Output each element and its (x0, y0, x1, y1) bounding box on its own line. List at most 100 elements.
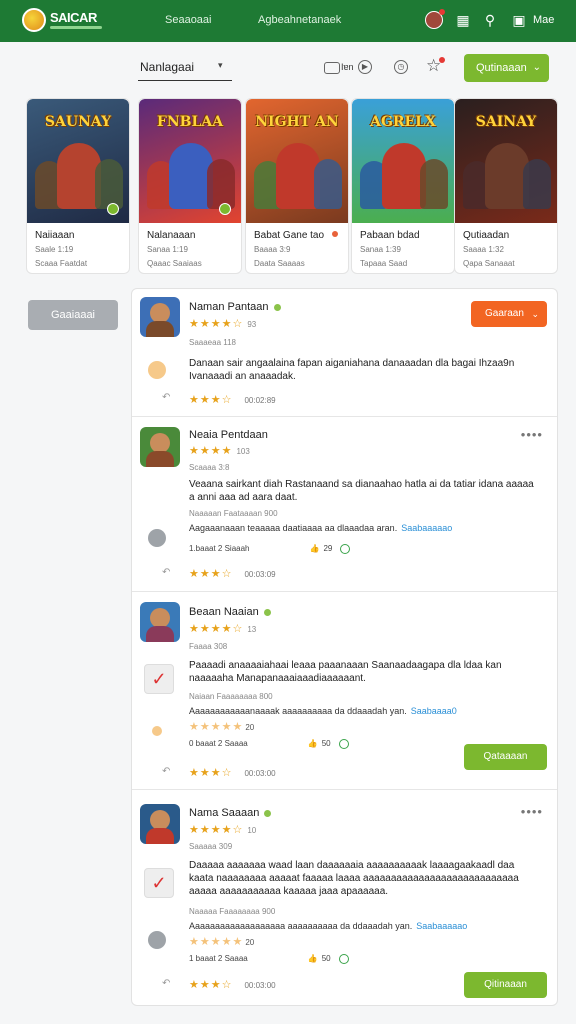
avatar-head (150, 608, 170, 628)
game-card[interactable]: SAUNAY Naiiaaan Saale 1:19 Scaaa Faatdat (26, 98, 130, 274)
clock-icon[interactable]: ◷ (394, 60, 408, 74)
help-icon[interactable] (148, 529, 166, 547)
filter-button-label: Qutinaaan (476, 62, 527, 74)
review-action-button[interactable]: Qitinaaan (464, 972, 547, 998)
more-options-icon[interactable]: •••• (521, 427, 543, 442)
rating-row: ★★★★★ 20 (189, 721, 255, 733)
filter-row: Nanlagaai ▾ Iɐn ▶ ◷ ☆ Qutinaaan ⌄ (130, 50, 560, 86)
game-meta: Sanaa 1:39 (360, 245, 401, 254)
checkbox-icon[interactable]: ✓ (144, 868, 174, 898)
review-date: Saaaaa 309 (189, 842, 233, 851)
review-action-button[interactable]: Gaaraan ⌄ (471, 301, 547, 327)
reply-icon[interactable]: ↶ (162, 392, 170, 403)
user-avatar[interactable] (425, 9, 445, 29)
favorites-star-icon[interactable]: ☆ (426, 56, 446, 76)
chevron-down-icon[interactable]: ▾ (218, 60, 223, 71)
more-options-icon[interactable]: •••• (521, 804, 543, 819)
review-footer: ★★★☆ 00:03:09 (189, 568, 276, 580)
reviewer-name[interactable]: Beaan Naaian (189, 606, 271, 618)
sort-dropdown[interactable]: Nanlagaai (140, 60, 194, 74)
side-filter-button[interactable]: Gaaiaaai (28, 300, 118, 330)
game-name: Nalanaaan (147, 230, 196, 241)
game-meta: Saaaa 1:32 (463, 245, 504, 254)
review-item: Naman Pantaan ★★★★☆ 93 Saaaeaa 118 Gaaraa… (132, 289, 557, 417)
app-logo-text[interactable]: SAICAR (50, 10, 97, 25)
thumbs-up-icon[interactable]: 👍 (308, 954, 318, 963)
thumbs-up-icon[interactable]: 👍 (310, 544, 320, 553)
profile-label[interactable]: Mae (533, 14, 554, 26)
game-meta: Daata Saaaas (254, 259, 305, 268)
review-answer: Aagaaanaaan teaaaaa daatiaaaa aa dlaaada… (189, 523, 529, 533)
game-meta: Sanaa 1:19 (147, 245, 188, 254)
check-circle-icon[interactable] (338, 739, 349, 749)
reviewer-avatar[interactable] (140, 427, 180, 467)
cover-figure (314, 159, 342, 209)
check-circle-icon[interactable] (340, 544, 351, 554)
footer-time: 00:03:00 (244, 769, 276, 778)
avatar-head (150, 433, 170, 453)
cover-figure (420, 159, 448, 209)
reviewer-name[interactable]: Neaia Pentdaan (189, 429, 268, 441)
filter-button[interactable]: Qutinaaan ⌄ (464, 54, 549, 82)
answer-text: Aaaaaaaaaaaanaaaak aaaaaaaaaa da ddaaada… (189, 706, 407, 716)
profile-icon[interactable]: ▣ (510, 11, 528, 29)
reviewer-name-text: Naman Pantaan (189, 301, 269, 313)
footer-time: 00:03:00 (244, 981, 276, 990)
badge-icon (219, 203, 231, 215)
game-name: Naiiaaan (35, 230, 75, 241)
answer-link[interactable]: Saabaaaaao (401, 523, 452, 533)
grid-icon[interactable]: ▦ (454, 11, 472, 29)
answer-link[interactable]: Saabaaaaao (416, 921, 467, 931)
nav-link-1[interactable]: Seaaoaai (165, 14, 212, 26)
footer-time: 00:02:89 (244, 396, 276, 405)
check-circle-icon[interactable] (338, 954, 349, 964)
emoji-icon (148, 361, 166, 379)
nav-link-2[interactable]: Agbeahnetanaek (258, 14, 341, 26)
game-card[interactable]: FNBLAA Nalanaaan Sanaa 1:19 Qaaac Saaiaa… (138, 98, 242, 274)
game-card[interactable]: NIGHT AN Babat Gane tao Baaaa 3:9 Daata … (245, 98, 349, 274)
review-action-button[interactable]: Qataaaan (464, 744, 547, 770)
cover-title: SAINAY (475, 114, 537, 130)
helpful-row: 1 baaat 2 Saaaa 👍 50 (189, 954, 349, 964)
avatar-body (146, 451, 174, 467)
footer-time: 00:03:09 (244, 570, 276, 579)
play-icon[interactable]: ▶ (358, 60, 372, 74)
review-date: Faaaa 308 (189, 642, 228, 651)
search-icon[interactable]: ⚲ (481, 11, 499, 29)
logo-underline (50, 26, 102, 29)
game-card[interactable]: AGRELX Pabaan bdad Sanaa 1:39 Tapaaa Saa… (351, 98, 455, 274)
game-carousel: SAUNAY Naiiaaan Saale 1:19 Scaaa Faatdat… (26, 98, 558, 274)
review-body: Daaaaa aaaaaaa waad laan daaaaaaia aaaaa… (189, 860, 519, 897)
reply-icon[interactable]: ↶ (162, 766, 170, 777)
answer-text: Aaaaaaaaaaaaaaaaaaa aaaaaaaaaa da ddaaad… (189, 921, 413, 931)
help-icon[interactable] (148, 931, 166, 949)
cover-figure (523, 159, 551, 209)
review-footer: ★★★☆ 00:02:89 (189, 394, 276, 406)
helpful-count: 29 (323, 544, 333, 554)
reviewer-avatar[interactable] (140, 804, 180, 844)
reviews-panel: Naman Pantaan ★★★★☆ 93 Saaaeaa 118 Gaaraa… (131, 288, 558, 1006)
view-toggle-icon[interactable] (324, 62, 340, 74)
review-item: Neaia Pentdaan •••• ★★★★ 103 Scaaaa 3:8 V… (132, 417, 557, 592)
reviewer-avatar[interactable] (140, 602, 180, 642)
checkbox-icon[interactable]: ✓ (144, 664, 174, 694)
reply-icon[interactable]: ↶ (162, 567, 170, 578)
reviewer-name[interactable]: Naman Pantaan (189, 301, 281, 313)
reviewer-name[interactable]: Nama Saaaan (189, 807, 272, 819)
avatar-head (150, 303, 170, 323)
reviewer-avatar[interactable] (140, 297, 180, 337)
thumbs-up-icon[interactable]: 👍 (308, 739, 318, 748)
helpful-count: 50 (321, 739, 331, 749)
answer-link[interactable]: Saabaaaa0 (411, 706, 457, 716)
app-logo-icon[interactable] (22, 8, 46, 32)
rating-row-count: 20 (245, 938, 255, 947)
game-meta: Tapaaa Saad (360, 259, 408, 268)
avatar-body (146, 321, 174, 337)
helpful-text: 1 baaat 2 Saaaa (189, 954, 248, 964)
review-date: Saaaeaa 118 (189, 338, 237, 347)
game-card[interactable]: SAINAY Qutiaadan Saaaa 1:32 Qapa Sanaaat (454, 98, 558, 274)
cover-title: AGRELX (370, 114, 436, 130)
review-answer: Aaaaaaaaaaaaaaaaaaa aaaaaaaaaa da ddaaad… (189, 921, 529, 931)
reply-icon[interactable]: ↶ (162, 978, 170, 989)
rating-row: ★★★★★ 20 (189, 936, 255, 948)
